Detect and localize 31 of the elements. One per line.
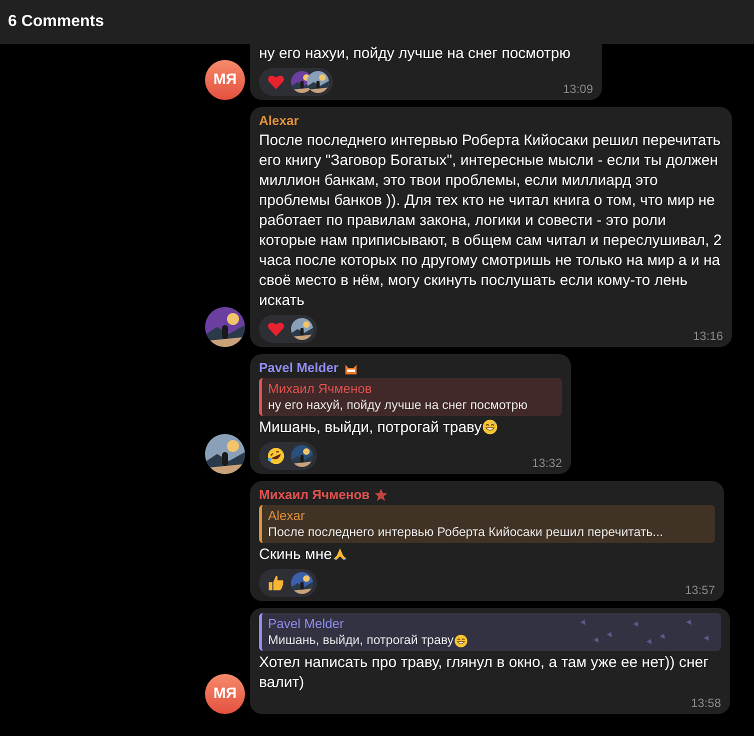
message-time: 13:16 [692, 330, 723, 343]
reply-quote[interactable]: Pavel Melder Мишань, выйди, потрогай траву [259, 613, 721, 651]
message-text: Скинь мне [259, 546, 332, 563]
thumbs-up-icon [267, 574, 285, 592]
reply-author: Alexar [268, 507, 305, 524]
message-time: 13:09 [562, 83, 593, 96]
message-text: Мишань, выйди, потрогай траву [259, 419, 482, 436]
reply-text: После последнего интервью Роберта Кийосаки решил перечитать... [268, 524, 664, 541]
message-time: 13:32 [532, 457, 562, 470]
author-name[interactable]: Alexar [259, 112, 299, 129]
reply-author: Pavel Melder [268, 615, 344, 632]
message-text: ну его нахуи, пойду лучше на снег посмотрю [259, 45, 570, 62]
reaction-chip[interactable] [259, 442, 317, 470]
reply-text: ну его нахуй, пойду лучше на снег посмотрю [268, 397, 528, 414]
author-name[interactable]: Pavel Melder [259, 359, 338, 376]
reply-quote[interactable]: Alexar После последнего интервью Роберта Кийосаки решил перечитать... [259, 505, 715, 543]
reaction-chip[interactable] [259, 315, 317, 343]
reply-quote[interactable]: Михаил Ячменов ну его нахуй, пойду лучше на снег посмотрю [259, 378, 562, 416]
reply-text: Мишань, выйди, потрогай траву [268, 632, 454, 649]
laughing-emoji-icon [267, 447, 285, 465]
reaction-chip[interactable] [259, 68, 333, 96]
reply-author: Михаил Ячменов [268, 380, 372, 397]
message-time: 13:57 [684, 584, 715, 597]
heart-icon [267, 73, 285, 91]
author-name[interactable]: Михаил Ячменов [259, 486, 370, 503]
reaction-chip[interactable] [259, 569, 317, 597]
message-text: Хотел написать про траву, глянул в окно, а там уже ее нет)) снег валит) [259, 654, 709, 691]
header-title: 6 Comments [8, 12, 104, 32]
message-time: 13:58 [690, 697, 721, 710]
message-text: После последнего интервью Роберта Кийосаки решил перечитать его книгу "Заговор Богатых", интересные мысли - если ты должен миллион банкам, это твои проблемы, если миллиард это проблемы банков )). Для тех кто не читал книга о том, что мир не работает по правилам закона, логики и совести - это роли которые нам приписывают, в общем сам читал и переслушивал, 2 часа после которых по другому смотришь не только на мир а и на своё место в нём, могу скинуть послушать если кому-то лень искать [259, 132, 722, 309]
heart-icon [267, 320, 285, 338]
